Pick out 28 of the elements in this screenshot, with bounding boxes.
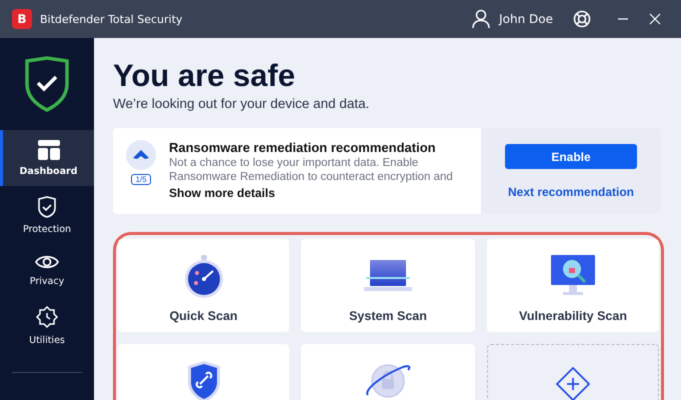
sidebar-item[interactable]: Privacy: [0, 244, 94, 296]
enable-button[interactable]: Enable: [505, 144, 637, 169]
recommendation-title: Ransomware remediation recommendation: [169, 140, 437, 155]
action-tile[interactable]: Vulnerability Scan: [487, 239, 659, 332]
next-recommendation-link[interactable]: Next recommendation: [508, 185, 634, 199]
close-icon[interactable]: [649, 13, 661, 25]
help-icon[interactable]: [573, 10, 591, 28]
dashboard-icon: [38, 140, 60, 160]
shield-icon: [37, 196, 57, 218]
recommendation-counter: 1/5: [131, 174, 151, 185]
recommendation-icon: [126, 140, 156, 170]
user-name[interactable]: John Doe: [499, 12, 553, 26]
shield-check-icon: [24, 56, 70, 112]
shield-link-icon: [186, 358, 222, 400]
show-details-link[interactable]: Show more details: [169, 186, 479, 200]
recommendation-text: Not a chance to lose your important data. Enable Ransomware Remediation to counteract encryption and: [169, 156, 454, 184]
sidebar-item[interactable]: Utilities: [0, 299, 94, 351]
status-title: You are safe: [113, 58, 296, 94]
sidebar-item[interactable]: Dashboard: [0, 130, 94, 186]
action-tile[interactable]: Quick Scan: [118, 239, 289, 332]
eye-icon: [35, 254, 59, 270]
sidebar-item[interactable]: Protection: [0, 189, 94, 241]
app-logo: B: [12, 9, 32, 29]
status-subtitle: We’re looking out for your device and data.: [113, 96, 370, 111]
user-icon[interactable]: [471, 9, 492, 29]
gear-clock-icon: [35, 304, 59, 328]
action-tile[interactable]: System Scan: [301, 239, 475, 332]
window-title: Bitdefender Total Security: [40, 12, 182, 26]
